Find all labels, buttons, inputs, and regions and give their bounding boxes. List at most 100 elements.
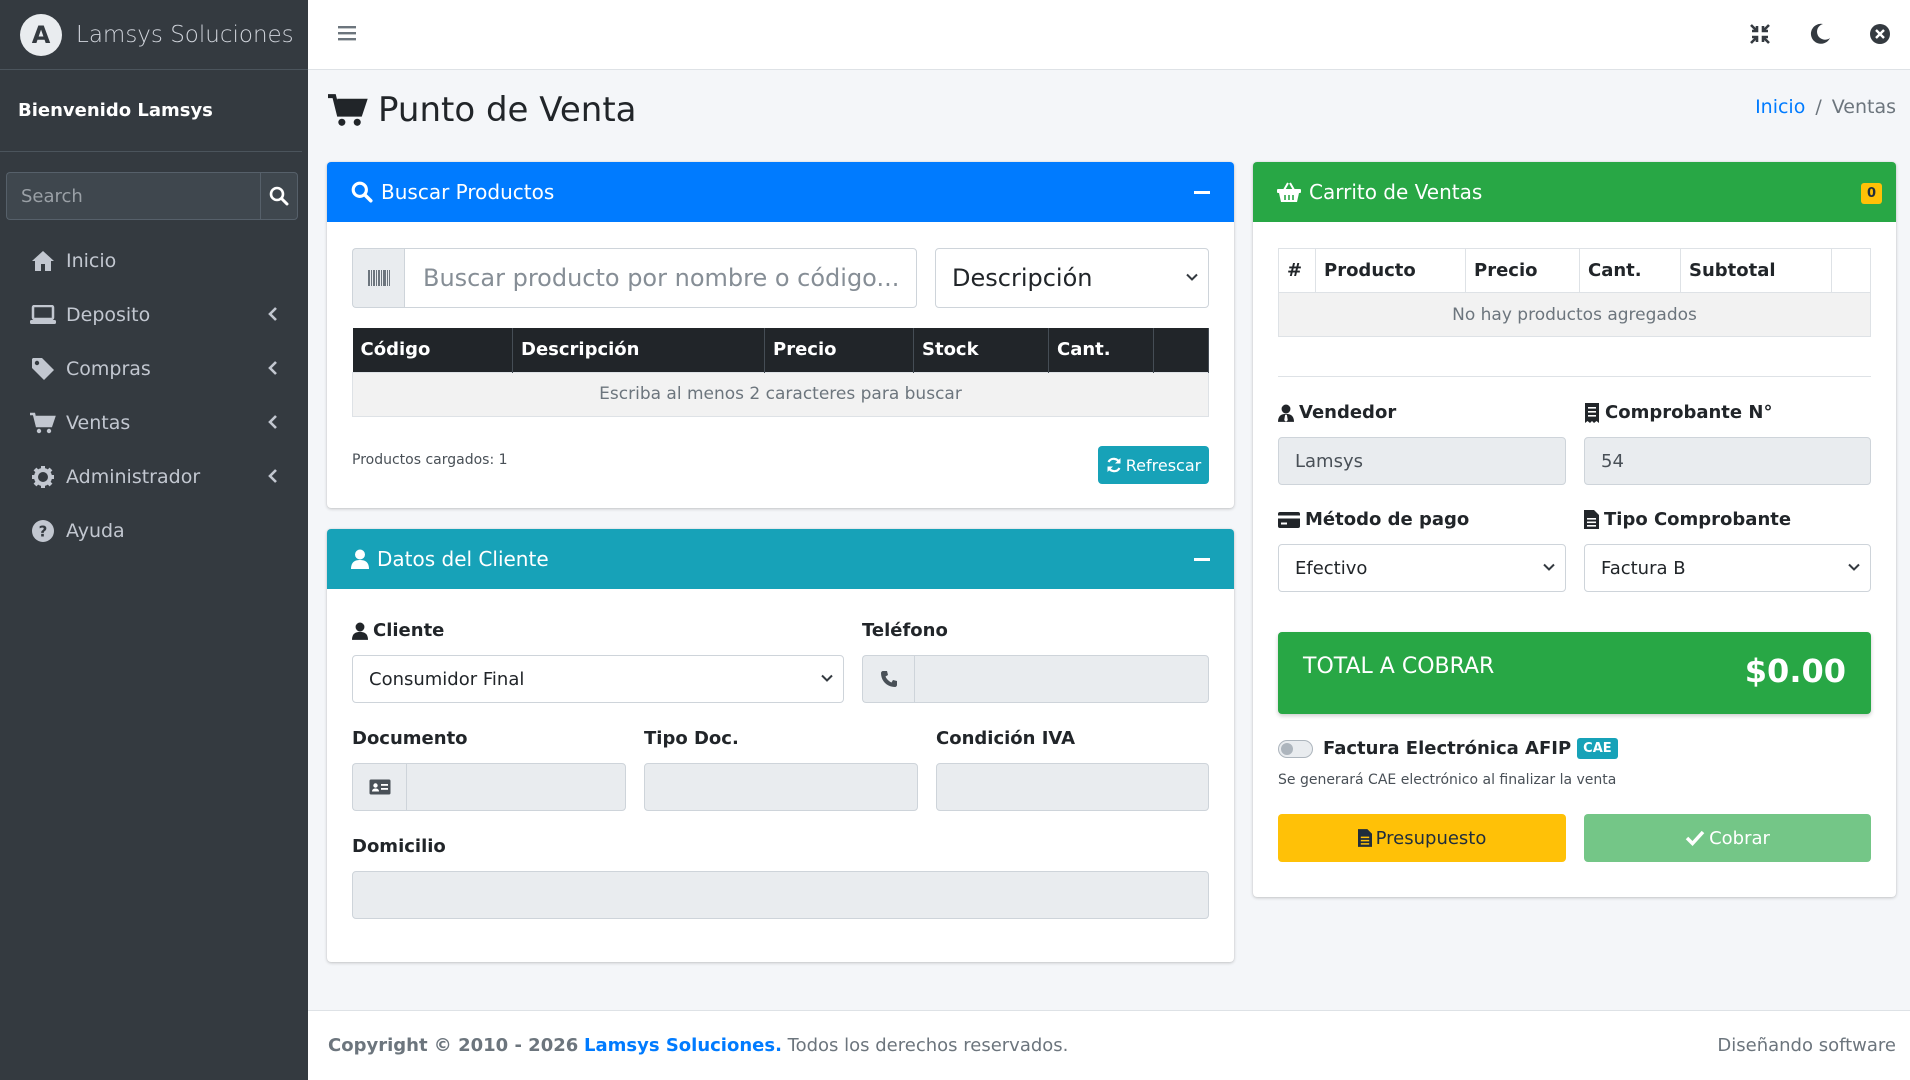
chevron-down-icon xyxy=(821,674,833,682)
svg-text:?: ? xyxy=(39,523,48,541)
breadcrumb-home[interactable]: Inicio xyxy=(1755,96,1805,118)
sidebar-item-compras[interactable]: Compras xyxy=(0,342,308,396)
product-search-input[interactable] xyxy=(404,248,917,308)
refresh-button[interactable]: Refrescar xyxy=(1098,446,1209,484)
domicilio-label: Domicilio xyxy=(352,836,446,857)
footer-company-link[interactable]: Lamsys Soluciones. xyxy=(584,1035,782,1056)
telefono-label: Teléfono xyxy=(862,620,948,641)
condicion-iva-label: Condición IVA xyxy=(936,728,1076,749)
chevron-down-icon xyxy=(1543,563,1555,571)
question-circle-icon: ? xyxy=(30,518,56,544)
afip-toggle-knob xyxy=(1281,743,1293,755)
telefono-group xyxy=(862,655,1209,703)
collapse-button[interactable] xyxy=(1194,558,1210,561)
search-filter-select[interactable]: Descripción xyxy=(935,248,1209,308)
column-header: Producto xyxy=(1315,248,1466,293)
phone-addon xyxy=(862,655,914,703)
footer-right: Diseñando software xyxy=(1717,1035,1896,1056)
cliente-value: Consumidor Final xyxy=(369,668,525,690)
telefono-input[interactable] xyxy=(914,655,1209,703)
footer-copyright: Copyright © 2010 - 2026 xyxy=(328,1035,579,1056)
metodo-pago-label: Método de pago xyxy=(1278,509,1469,530)
collapse-button[interactable] xyxy=(1194,191,1210,194)
client-data-header: Datos del Cliente xyxy=(327,529,1234,589)
gear-icon xyxy=(30,464,56,490)
search-products-header: Buscar Productos xyxy=(327,162,1234,222)
divider xyxy=(1278,376,1871,377)
sidebar-item-deposito[interactable]: Deposito xyxy=(0,288,308,342)
client-data-card: Datos del Cliente Cliente Consumidor Fin… xyxy=(327,529,1234,962)
cart-header: Carrito de Ventas 0 xyxy=(1253,162,1896,222)
chevron-down-icon xyxy=(1848,563,1860,571)
barcode-addon xyxy=(352,248,404,308)
id-card-icon xyxy=(369,779,390,795)
cliente-select[interactable]: Consumidor Final xyxy=(352,655,844,703)
close-circle-icon[interactable] xyxy=(1868,22,1892,46)
metodo-pago-select[interactable]: Efectivo xyxy=(1278,544,1566,592)
sidebar-item-inicio[interactable]: Inicio xyxy=(0,234,308,288)
file-text-icon xyxy=(1357,829,1372,847)
fullscreen-exit-icon[interactable] xyxy=(1748,22,1772,46)
footer-rights: Todos los derechos reservados. xyxy=(787,1035,1069,1056)
presupuesto-button[interactable]: Presupuesto xyxy=(1278,814,1566,862)
search-products-title: Buscar Productos xyxy=(381,180,555,204)
documento-input[interactable] xyxy=(406,763,626,811)
afip-label-text: Factura Electrónica AFIP xyxy=(1323,738,1572,759)
cart-title: Carrito de Ventas xyxy=(1309,180,1483,204)
chevron-left-icon xyxy=(268,307,277,321)
sidebar-item-label: Ayuda xyxy=(66,520,125,542)
column-header: Descripción xyxy=(512,328,765,372)
tipo-comprobante-select[interactable]: Factura B xyxy=(1584,544,1871,592)
comprobante-input[interactable]: 54 xyxy=(1584,437,1871,485)
total-label: TOTAL A COBRAR xyxy=(1303,654,1495,679)
laptop-icon xyxy=(30,302,56,328)
sidebar-search-input[interactable] xyxy=(6,172,260,220)
vendedor-input[interactable]: Lamsys xyxy=(1278,437,1566,485)
refresh-icon xyxy=(1107,457,1121,473)
chevron-left-icon xyxy=(268,361,277,375)
user-icon xyxy=(351,549,369,569)
navbar-actions xyxy=(1748,22,1892,46)
condicion-iva-input[interactable] xyxy=(936,763,1209,811)
refresh-label: Refrescar xyxy=(1125,455,1202,475)
total-value: $0.00 xyxy=(1744,652,1846,690)
tipo-comprobante-value: Factura B xyxy=(1601,557,1686,579)
column-header xyxy=(1831,248,1871,293)
domicilio-input[interactable] xyxy=(352,871,1209,919)
brand-link[interactable]: A Lamsys Soluciones xyxy=(0,0,308,70)
client-data-title: Datos del Cliente xyxy=(377,547,549,571)
afip-toggle[interactable] xyxy=(1278,740,1313,758)
receipt-icon xyxy=(1585,402,1599,423)
moon-icon[interactable] xyxy=(1808,22,1832,46)
credit-card-icon xyxy=(1278,511,1300,528)
cart-count-badge: 0 xyxy=(1860,183,1882,204)
phone-icon xyxy=(880,671,897,687)
presupuesto-label: Presupuesto xyxy=(1375,827,1487,849)
sidebar-item-administrador[interactable]: Administrador xyxy=(0,450,308,504)
sidebar-item-ventas[interactable]: Ventas xyxy=(0,396,308,450)
search-filter-value: Descripción xyxy=(952,264,1093,292)
sidebar-search xyxy=(6,172,298,220)
column-header: Código xyxy=(352,328,513,372)
cobrar-button[interactable]: Cobrar xyxy=(1584,814,1871,862)
sidebar-item-label: Inicio xyxy=(66,250,117,272)
home-icon xyxy=(30,248,56,274)
afip-note: Se generará CAE electrónico al finalizar… xyxy=(1278,772,1617,788)
breadcrumb-current: Ventas xyxy=(1831,96,1896,118)
cobrar-label: Cobrar xyxy=(1709,827,1770,849)
id-card-addon xyxy=(352,763,406,811)
search-icon xyxy=(351,181,373,203)
sidebar-item-ayuda[interactable]: ? Ayuda xyxy=(0,504,308,558)
product-search-group xyxy=(352,248,917,308)
total-box: TOTAL A COBRAR $0.00 xyxy=(1278,632,1871,714)
tipo-doc-input[interactable] xyxy=(644,763,918,811)
sidebar-search-button[interactable] xyxy=(260,172,298,220)
top-navbar xyxy=(308,0,1910,70)
page-title-text: Punto de Venta xyxy=(378,90,637,130)
metodo-pago-label-text: Método de pago xyxy=(1305,509,1470,530)
cart-card: Carrito de Ventas 0 # Producto Precio Ca… xyxy=(1253,162,1896,897)
hamburger-menu-icon[interactable] xyxy=(338,25,356,41)
comprobante-label-text: Comprobante N° xyxy=(1605,402,1773,423)
cliente-label-text: Cliente xyxy=(373,620,445,641)
search-icon xyxy=(269,186,289,206)
